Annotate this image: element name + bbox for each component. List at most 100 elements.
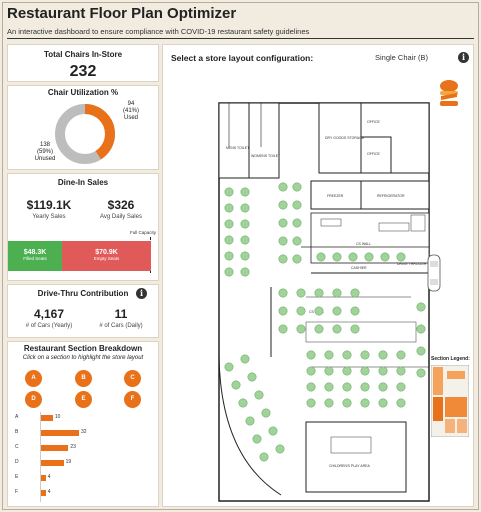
chair-seat[interactable] — [378, 350, 388, 360]
chair-seat[interactable] — [259, 452, 269, 462]
drive-thru-info-icon[interactable]: i — [136, 288, 147, 299]
chair-seat[interactable] — [278, 200, 288, 210]
section-button-d[interactable]: D — [25, 391, 42, 408]
chair-seat[interactable] — [240, 267, 250, 277]
chair-seat[interactable] — [314, 306, 324, 316]
chair-seat[interactable] — [396, 382, 406, 392]
chair-seat[interactable] — [224, 219, 234, 229]
chair-seat[interactable] — [278, 218, 288, 228]
chair-seat[interactable] — [342, 398, 352, 408]
chair-seat[interactable] — [316, 252, 326, 262]
chair-seat[interactable] — [314, 324, 324, 334]
chair-seat[interactable] — [378, 366, 388, 376]
section-bar-row-a[interactable]: A 10 — [15, 412, 155, 424]
chair-seat[interactable] — [224, 267, 234, 277]
chair-seat[interactable] — [324, 350, 334, 360]
chair-seat[interactable] — [360, 366, 370, 376]
chair-seat[interactable] — [278, 306, 288, 316]
chair-seat[interactable] — [245, 416, 255, 426]
chair-seat[interactable] — [324, 382, 334, 392]
chair-seat[interactable] — [416, 302, 426, 312]
chair-seat[interactable] — [306, 350, 316, 360]
chair-seat[interactable] — [240, 235, 250, 245]
layout-info-icon[interactable]: i — [458, 52, 469, 63]
section-button-e[interactable]: E — [75, 391, 92, 408]
chair-seat[interactable] — [224, 187, 234, 197]
empty-seats-bar[interactable]: $70.9K Empty Seats — [62, 241, 151, 271]
chair-seat[interactable] — [416, 324, 426, 334]
chair-seat[interactable] — [348, 252, 358, 262]
chair-seat[interactable] — [278, 236, 288, 246]
chair-seat[interactable] — [350, 324, 360, 334]
chair-seat[interactable] — [416, 368, 426, 378]
section-button-c[interactable]: C — [124, 370, 141, 387]
chair-seat[interactable] — [238, 398, 248, 408]
chair-seat[interactable] — [224, 203, 234, 213]
chair-seat[interactable] — [342, 350, 352, 360]
chair-seat[interactable] — [252, 434, 262, 444]
chair-seat[interactable] — [296, 306, 306, 316]
filled-seats-bar[interactable]: $48.3K Filled Seats — [8, 241, 62, 271]
chair-seat[interactable] — [278, 254, 288, 264]
chair-seat[interactable] — [332, 252, 342, 262]
chair-seat[interactable] — [380, 252, 390, 262]
chair-seat[interactable] — [360, 398, 370, 408]
chair-seat[interactable] — [292, 236, 302, 246]
chair-seat[interactable] — [278, 324, 288, 334]
chair-seat[interactable] — [324, 398, 334, 408]
section-bar-row-b[interactable]: B 32 — [15, 427, 155, 439]
chair-seat[interactable] — [378, 398, 388, 408]
chair-seat[interactable] — [306, 366, 316, 376]
chair-seat[interactable] — [306, 382, 316, 392]
chair-seat[interactable] — [332, 288, 342, 298]
chair-seat[interactable] — [416, 346, 426, 356]
chair-seat[interactable] — [224, 251, 234, 261]
chair-seat[interactable] — [378, 382, 388, 392]
chair-seat[interactable] — [396, 398, 406, 408]
chair-seat[interactable] — [360, 350, 370, 360]
chair-seat[interactable] — [247, 372, 257, 382]
chair-seat[interactable] — [268, 426, 278, 436]
chair-seat[interactable] — [306, 398, 316, 408]
chair-seat[interactable] — [332, 324, 342, 334]
chair-seat[interactable] — [275, 444, 285, 454]
section-button-a[interactable]: A — [25, 370, 42, 387]
section-bar-row-c[interactable]: C 23 — [15, 442, 155, 454]
chair-seat[interactable] — [360, 382, 370, 392]
chair-seat[interactable] — [332, 306, 342, 316]
chair-seat[interactable] — [254, 390, 264, 400]
section-button-f[interactable]: F — [124, 391, 141, 408]
section-bar-row-f[interactable]: F4 — [15, 487, 155, 499]
chair-seat[interactable] — [240, 187, 250, 197]
chair-seat[interactable] — [350, 306, 360, 316]
chair-seat[interactable] — [296, 288, 306, 298]
chair-seat[interactable] — [224, 362, 234, 372]
chair-seat[interactable] — [396, 252, 406, 262]
chair-seat[interactable] — [292, 218, 302, 228]
utilization-donut[interactable] — [52, 101, 118, 167]
chair-seat[interactable] — [396, 366, 406, 376]
chair-seat[interactable] — [231, 380, 241, 390]
chair-seat[interactable] — [292, 254, 302, 264]
chair-seat[interactable] — [278, 182, 288, 192]
section-bar-row-d[interactable]: D 19 — [15, 457, 155, 469]
layout-config-select[interactable]: Single Chair (B) — [375, 53, 428, 62]
section-button-b[interactable]: B — [75, 370, 92, 387]
chair-seat[interactable] — [296, 324, 306, 334]
chair-seat[interactable] — [240, 251, 250, 261]
chair-seat[interactable] — [324, 366, 334, 376]
chair-seat[interactable] — [364, 252, 374, 262]
chair-seat[interactable] — [342, 366, 352, 376]
chair-seat[interactable] — [292, 182, 302, 192]
chair-seat[interactable] — [261, 408, 271, 418]
chair-seat[interactable] — [224, 235, 234, 245]
chair-seat[interactable] — [278, 288, 288, 298]
chair-seat[interactable] — [240, 203, 250, 213]
chair-seat[interactable] — [396, 350, 406, 360]
chair-seat[interactable] — [240, 219, 250, 229]
chair-seat[interactable] — [240, 354, 250, 364]
chair-seat[interactable] — [314, 288, 324, 298]
chair-seat[interactable] — [342, 382, 352, 392]
section-bar-row-e[interactable]: E4 — [15, 472, 155, 484]
chair-seat[interactable] — [292, 200, 302, 210]
